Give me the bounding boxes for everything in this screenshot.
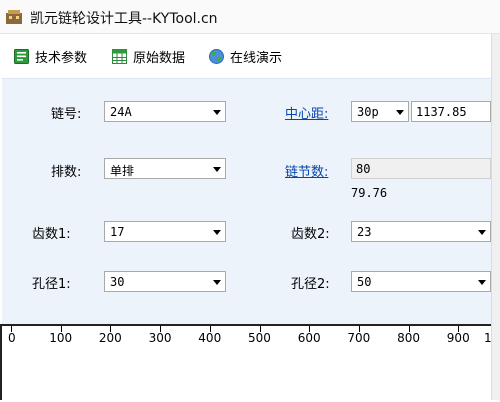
rows-label: 排数:: [51, 165, 82, 180]
ruler-tick-label: 900: [446, 331, 470, 345]
ruler-tick-label: 0: [8, 331, 16, 345]
ruler-tick-label: 600: [297, 331, 321, 345]
bore1-select[interactable]: 30: [104, 271, 226, 292]
bore1-value: 30: [110, 275, 125, 289]
center-unit-value: 30p: [357, 105, 379, 119]
chain-links-link[interactable]: 链节数:: [285, 161, 328, 180]
center-unit-select[interactable]: 30p: [351, 101, 409, 122]
tech-params-button[interactable]: 技术参数: [13, 46, 87, 66]
ruler-tick-label: 800: [397, 331, 420, 345]
chevron-down-icon: [478, 230, 486, 235]
parameter-panel: 链号: 24A 排数: 单排 齿数1: 17 孔径1: 30 中心距: 30p …: [2, 78, 494, 325]
ruler-canvas: 0 100 200 300 400 500 600 700 800 900 1: [0, 324, 500, 402]
tech-params-label: 技术参数: [35, 50, 88, 66]
bore1-label: 孔径1:: [32, 277, 71, 292]
chain-no-label: 链号:: [51, 107, 82, 122]
chain-no-value: 24A: [110, 105, 132, 119]
teeth2-select[interactable]: 23: [351, 221, 491, 242]
online-demo-button[interactable]: 在线演示: [208, 46, 282, 66]
globe-icon: [209, 48, 224, 64]
ruler-tick-label: 400: [198, 331, 222, 345]
center-distance-value: 1137.85: [416, 105, 467, 119]
ruler-tick-label: 500: [248, 331, 271, 345]
ruler-tick-label: 300: [148, 331, 172, 345]
vertical-scrollbar[interactable]: [491, 34, 500, 400]
chevron-down-icon: [213, 280, 221, 285]
title-bar: 凯元链轮设计工具--KYTool.cn: [0, 0, 500, 34]
center-distance-input[interactable]: 1137.85: [411, 101, 491, 122]
teeth1-label: 齿数1:: [32, 227, 71, 242]
bore2-label: 孔径2:: [291, 277, 330, 292]
bore2-select[interactable]: 50: [351, 271, 491, 292]
chevron-down-icon: [396, 110, 404, 115]
raw-data-button[interactable]: 原始数据: [111, 46, 185, 66]
bore2-value: 50: [357, 275, 372, 289]
chain-links-field: 80: [351, 158, 491, 179]
teeth1-select[interactable]: 17: [104, 221, 226, 242]
ruler-tick-label: 700: [347, 331, 371, 345]
rows-value: 单排: [110, 164, 135, 178]
window-title: 凯元链轮设计工具--KYTool.cn: [30, 11, 218, 27]
chevron-down-icon: [213, 167, 221, 172]
chevron-down-icon: [213, 230, 221, 235]
raw-data-label: 原始数据: [133, 50, 186, 66]
online-demo-label: 在线演示: [230, 50, 283, 66]
chain-no-select[interactable]: 24A: [104, 101, 226, 122]
canvas-left-edge: [0, 324, 2, 400]
chevron-down-icon: [478, 280, 486, 285]
teeth2-value: 23: [357, 225, 372, 239]
table-icon: [112, 48, 127, 64]
rows-select[interactable]: 单排: [104, 158, 226, 179]
teeth2-label: 齿数2:: [291, 227, 330, 242]
center-distance-link[interactable]: 中心距:: [285, 103, 328, 122]
toolbar: 技术参数 原始数据 在线演示: [0, 34, 500, 78]
teeth1-value: 17: [110, 225, 125, 239]
chevron-down-icon: [213, 110, 221, 115]
document-icon: [14, 48, 29, 64]
app-icon: [6, 10, 22, 24]
ruler-tick-label: 200: [98, 331, 122, 345]
chain-links-value: 80: [356, 162, 371, 176]
chain-links-note: 79.76: [351, 186, 388, 200]
ruler-tick-label: 100: [49, 331, 73, 345]
